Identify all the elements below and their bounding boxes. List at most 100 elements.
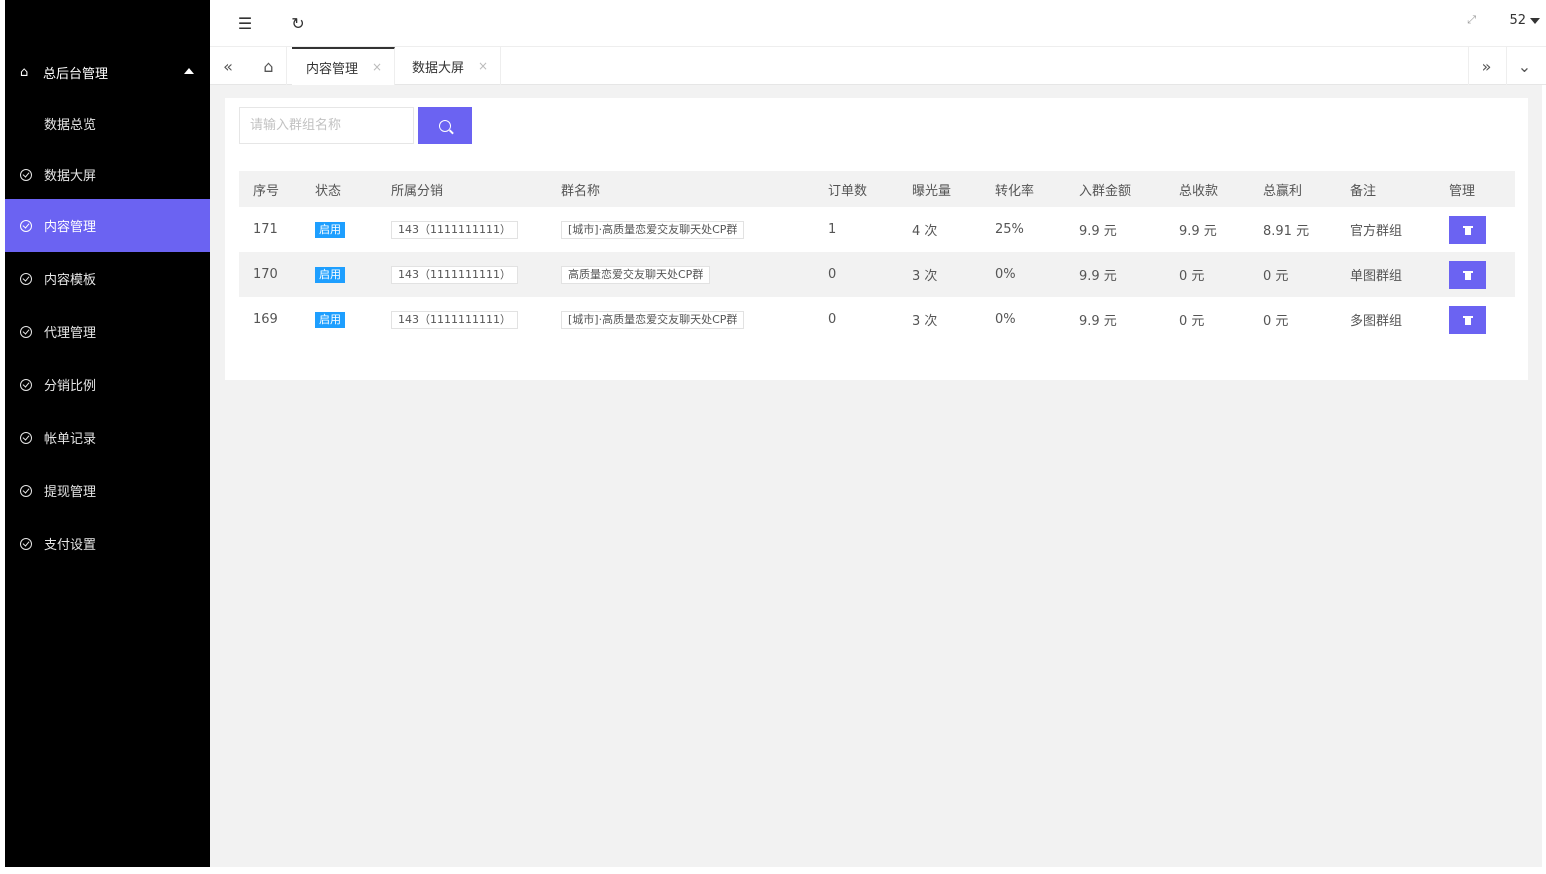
- cell-orders: 1: [828, 222, 837, 237]
- check-circle-icon: [20, 431, 32, 444]
- delete-button[interactable]: [1449, 260, 1486, 289]
- content-table: 序号 状态 所属分销 群名称 订单数 曝光量 转化率 入群金额 总收款 总赢利 …: [239, 171, 1515, 342]
- sidebar-item-template[interactable]: 内容模板: [5, 252, 210, 305]
- column-header: 总赢利: [1249, 171, 1336, 207]
- cell-note: 单图群组: [1336, 252, 1435, 297]
- sidebar-item-bills[interactable]: 帐单记录: [5, 411, 210, 464]
- sidebar-item-label: 分销比例: [44, 379, 97, 394]
- check-circle-icon: [20, 168, 32, 181]
- table-row: 170 启用 143（1111111111） 高质量恋爱交友聊天处CP群 0 3…: [239, 252, 1515, 297]
- sidebar-item-data-overview[interactable]: 数据总览: [5, 98, 210, 148]
- cell-id: 171: [253, 222, 278, 237]
- check-circle-icon: [20, 537, 32, 550]
- check-circle-icon: [20, 325, 32, 338]
- cell-note: 多图群组: [1350, 314, 1403, 329]
- column-header: 状态: [301, 171, 377, 207]
- delete-button[interactable]: [1449, 215, 1486, 244]
- sidebar-item-payment[interactable]: 支付设置: [5, 517, 210, 570]
- cell-total-income: 9.9 元: [1179, 224, 1217, 239]
- close-icon[interactable]: ×: [478, 59, 488, 73]
- distributor-tag: 143（1111111111）: [391, 220, 518, 239]
- table-header-row: 序号 状态 所属分销 群名称 订单数 曝光量 转化率 入群金额 总收款 总赢利 …: [239, 171, 1515, 207]
- cell-exposure: 4 次: [912, 224, 938, 239]
- column-header: 群名称: [547, 171, 814, 207]
- trash-icon: [1462, 225, 1473, 235]
- check-circle-icon: [20, 272, 32, 285]
- cell-exposure: 3 次: [912, 314, 938, 329]
- table-row: 169 启用 143（1111111111） [城市]·高质量恋爱交友聊天处CP…: [239, 297, 1515, 342]
- user-label: 52: [1509, 13, 1526, 28]
- group-name-tag: [城市]·高质量恋爱交友聊天处CP群: [561, 310, 745, 329]
- tabs-prev-icon[interactable]: «: [210, 47, 246, 85]
- cell-conversion: 25%: [995, 222, 1024, 237]
- cell-total-profit: 8.91 元: [1263, 224, 1310, 239]
- sidebar-item-withdraw[interactable]: 提现管理: [5, 464, 210, 517]
- sidebar-item-label: 帐单记录: [44, 432, 97, 447]
- trash-icon: [1462, 315, 1473, 325]
- check-circle-icon: [20, 484, 32, 497]
- distributor-tag: 143（1111111111）: [391, 265, 518, 284]
- tabs-next-icon[interactable]: »: [1468, 47, 1504, 85]
- cell-conversion: 0%: [981, 252, 1065, 297]
- chevron-down-icon[interactable]: ⌄: [1506, 47, 1542, 85]
- column-header: 转化率: [981, 171, 1065, 207]
- cell-id: 170: [239, 252, 301, 297]
- column-header: 总收款: [1165, 171, 1249, 207]
- top-header: ☰ ↻ ⤢ 52: [210, 0, 1546, 46]
- cell-exposure: 3 次: [898, 252, 981, 297]
- column-header: 备注: [1336, 171, 1435, 207]
- cell-orders: 0: [814, 252, 898, 297]
- column-header: 所属分销: [377, 171, 547, 207]
- cell-total-income: 0 元: [1165, 252, 1249, 297]
- sidebar-item-agent[interactable]: 代理管理: [5, 305, 210, 358]
- column-header: 管理: [1435, 171, 1515, 207]
- content-card: 序号 状态 所属分销 群名称 订单数 曝光量 转化率 入群金额 总收款 总赢利 …: [225, 98, 1528, 380]
- check-circle-icon: [20, 378, 32, 391]
- sidebar: ⌂ 总后台管理 数据总览 数据大屏 内容管理 内容模板 代理管理 分销比例 帐单…: [5, 0, 210, 867]
- search-button[interactable]: [418, 107, 472, 144]
- cell-amount: 9.9 元: [1079, 314, 1117, 329]
- status-badge: 启用: [315, 311, 345, 328]
- cell-note: 官方群组: [1350, 224, 1403, 239]
- cell-total-profit: 0 元: [1263, 314, 1289, 329]
- tab-content[interactable]: 内容管理 ×: [292, 47, 396, 85]
- column-header: 入群金额: [1065, 171, 1165, 207]
- sidebar-item-ratio[interactable]: 分销比例: [5, 358, 210, 411]
- home-tab-icon[interactable]: ⌂: [251, 47, 287, 85]
- column-header: 订单数: [814, 171, 898, 207]
- column-header: 序号: [239, 171, 301, 207]
- tabs-bar: « ⌂ 内容管理 × 数据大屏 × » ⌄: [210, 46, 1546, 85]
- distributor-tag: 143（1111111111）: [391, 310, 518, 329]
- cell-amount: 9.9 元: [1079, 224, 1117, 239]
- refresh-icon[interactable]: ↻: [285, 10, 311, 36]
- tab-data-screen[interactable]: 数据大屏 ×: [398, 47, 502, 85]
- sidebar-group-admin[interactable]: ⌂ 总后台管理: [5, 46, 210, 98]
- column-header: 曝光量: [898, 171, 981, 207]
- home-icon: ⌂: [20, 64, 29, 80]
- sidebar-item-data-screen[interactable]: 数据大屏: [5, 148, 210, 201]
- caret-up-icon: [184, 68, 194, 74]
- sidebar-item-content[interactable]: 内容管理: [5, 199, 210, 252]
- group-name-tag: 高质量恋爱交友聊天处CP群: [561, 265, 711, 284]
- main-content: 序号 状态 所属分销 群名称 订单数 曝光量 转化率 入群金额 总收款 总赢利 …: [210, 85, 1542, 867]
- fullscreen-icon[interactable]: ⤢: [1467, 13, 1476, 27]
- sidebar-item-label: 数据大屏: [44, 169, 97, 184]
- user-menu[interactable]: 52: [1509, 13, 1540, 28]
- status-badge: 启用: [315, 221, 345, 238]
- close-icon[interactable]: ×: [372, 60, 382, 74]
- search-input[interactable]: [239, 107, 414, 144]
- cell-orders: 0: [828, 312, 837, 327]
- sidebar-item-label: 内容管理: [44, 220, 97, 235]
- sidebar-group-label: 总后台管理: [43, 66, 109, 82]
- indent-icon[interactable]: ☰: [232, 10, 258, 36]
- trash-icon: [1462, 270, 1473, 280]
- cell-total-income: 0 元: [1179, 314, 1205, 329]
- caret-down-icon: [1530, 17, 1540, 24]
- cell-amount: 9.9 元: [1065, 252, 1165, 297]
- status-badge: 启用: [315, 266, 345, 283]
- cell-conversion: 0%: [995, 312, 1016, 327]
- sidebar-item-label: 支付设置: [44, 538, 97, 553]
- sidebar-item-label: 代理管理: [44, 326, 97, 341]
- delete-button[interactable]: [1449, 305, 1486, 334]
- cell-id: 169: [253, 312, 278, 327]
